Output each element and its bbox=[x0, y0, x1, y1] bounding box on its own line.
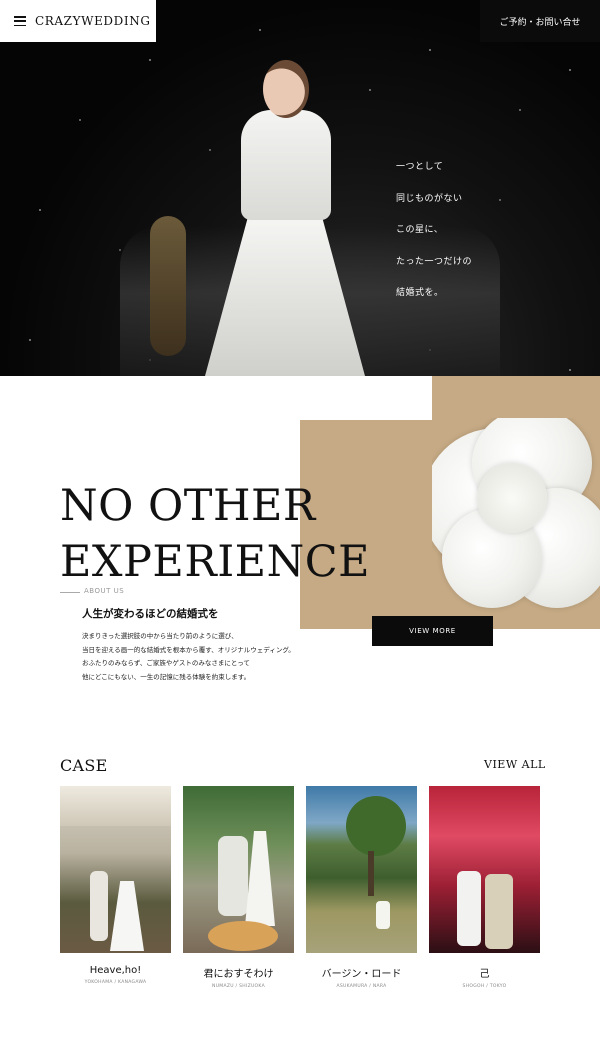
about-body: 決まりきった選択肢の中から当たり前のように選び、 当日を迎える画一的な結婚式を根… bbox=[82, 630, 342, 684]
poem-line: たった一つだけの bbox=[396, 256, 473, 267]
white-panel-top bbox=[0, 376, 432, 420]
case-location: SHOGOH / TOKYO bbox=[462, 984, 507, 989]
header-logo-area: CRAZYWEDDING bbox=[0, 0, 156, 42]
case-title[interactable]: バージン・ロード bbox=[306, 965, 417, 980]
case-location: NUMAZU / SHIZUOKA bbox=[212, 984, 265, 989]
case-card[interactable]: 君におすそわけ NUMAZU / SHIZUOKA bbox=[183, 786, 294, 989]
reserve-contact-button[interactable]: ご予約・お問い合せ bbox=[480, 0, 600, 42]
about-headline: NO OTHER EXPERIENCE bbox=[60, 478, 370, 590]
body-line: 他にどこにもない、一生の記憶に残る体験を約束します。 bbox=[82, 672, 251, 681]
bride-image bbox=[205, 60, 365, 376]
site-logo[interactable]: CRAZYWEDDING bbox=[35, 14, 151, 28]
body-line: 決まりきった選択肢の中から当たり前のように選び、 bbox=[82, 632, 238, 640]
headline-line: NO OTHER bbox=[60, 481, 316, 531]
case-title[interactable]: 己 bbox=[429, 965, 540, 980]
poem-line: 一つとして bbox=[396, 162, 444, 172]
case-card[interactable]: 己 SHOGOH / TOKYO bbox=[429, 786, 540, 989]
body-line: おふたりのみならず、ご家族やゲストのみなさまにとって bbox=[82, 659, 250, 667]
poem-line: 同じものがない bbox=[396, 193, 463, 204]
poem-line: 結婚式を。 bbox=[396, 288, 444, 298]
view-more-button[interactable]: VIEW MORE bbox=[372, 616, 493, 646]
about-subheading: 人生が変わるほどの結婚式を bbox=[82, 608, 219, 620]
hero-section: 一つとして 同じものがない この星に、 たった一つだけの 結婚式を。 bbox=[0, 0, 600, 376]
case-card[interactable]: Heave,ho! YOKOHAMA / KANAGAWA bbox=[60, 786, 171, 985]
poem-line: この星に、 bbox=[396, 225, 444, 235]
section-label: ABOUT US bbox=[84, 587, 125, 595]
guitar-image bbox=[150, 216, 186, 356]
hamburger-menu-icon[interactable] bbox=[14, 16, 26, 26]
body-line: 当日を迎える画一的な結婚式を根本から覆す、オリジナルウェディング。 bbox=[82, 645, 295, 654]
case-section-title: CASE bbox=[60, 756, 108, 775]
case-location: YOKOHAMA / KANAGAWA bbox=[84, 980, 147, 985]
case-title[interactable]: Heave,ho! bbox=[60, 965, 171, 976]
view-all-link[interactable]: VIEW ALL bbox=[484, 758, 546, 771]
case-title[interactable]: 君におすそわけ bbox=[183, 965, 294, 980]
case-photo[interactable] bbox=[306, 786, 417, 953]
case-location: ASUKAMURA / NARA bbox=[336, 984, 387, 989]
case-photo[interactable] bbox=[183, 786, 294, 953]
case-list: Heave,ho! YOKOHAMA / KANAGAWA 君におすそわけ NU… bbox=[60, 786, 540, 1006]
case-photo[interactable] bbox=[60, 786, 171, 953]
section-divider bbox=[60, 592, 80, 593]
headline-line: EXPERIENCE bbox=[60, 537, 370, 587]
case-card[interactable]: バージン・ロード ASUKAMURA / NARA bbox=[306, 786, 417, 989]
hero-poem: 一つとして 同じものがない この星に、 たった一つだけの 結婚式を。 bbox=[396, 152, 472, 310]
case-photo[interactable] bbox=[429, 786, 540, 953]
peony-flower-image bbox=[432, 418, 600, 629]
